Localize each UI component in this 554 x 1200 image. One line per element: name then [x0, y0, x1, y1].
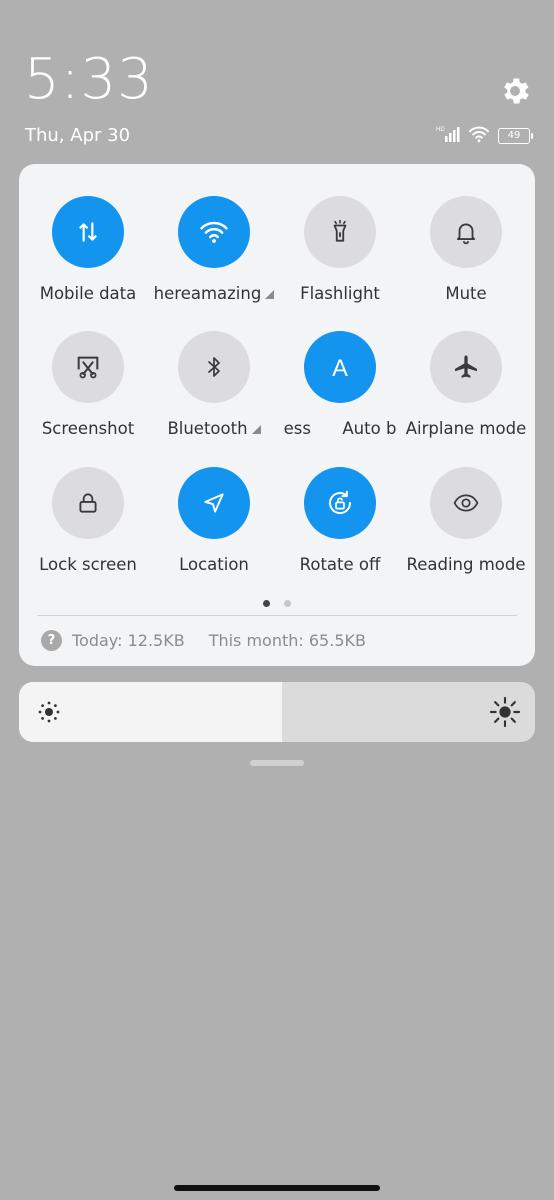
help-icon: ?	[41, 630, 62, 651]
flashlight-icon[interactable]	[304, 196, 376, 268]
tile-mobile-data[interactable]: Mobile data	[23, 196, 153, 306]
bluetooth-icon[interactable]	[178, 331, 250, 403]
signal-icon: HD	[436, 125, 460, 147]
wifi-icon[interactable]	[178, 196, 250, 268]
home-indicator[interactable]	[174, 1185, 380, 1191]
svg-text:HD: HD	[436, 127, 445, 133]
tile-label: hereamazing	[149, 284, 279, 303]
settings-gear-icon[interactable]	[498, 74, 532, 108]
clock[interactable]: 5:33	[24, 52, 154, 108]
tile-label: Mobile data	[39, 284, 137, 303]
tile-label: Rotate off	[299, 555, 381, 574]
usage-month: This month: 65.5KB	[208, 631, 366, 650]
tile-screenshot[interactable]: Screenshot	[23, 331, 153, 441]
tile-lock[interactable]: Lock screen	[23, 467, 153, 577]
divider	[37, 615, 517, 616]
brightness-low-icon	[38, 701, 60, 723]
usage-today: Today: 12.5KB	[72, 631, 185, 650]
rotate-lock-icon[interactable]	[304, 467, 376, 539]
tile-flashlight[interactable]: Flashlight	[275, 196, 405, 306]
tile-label: Mute	[445, 284, 487, 303]
eye-icon[interactable]	[430, 467, 502, 539]
tile-airplane[interactable]: Airplane mode	[401, 331, 531, 441]
screenshot-icon[interactable]	[52, 331, 124, 403]
bell-icon[interactable]	[430, 196, 502, 268]
quick-settings-panel: Mobile data hereamazing Flashlight Mute Scre…	[19, 164, 535, 666]
svg-text:A: A	[332, 355, 348, 382]
tile-label: Bluetooth	[149, 419, 279, 438]
tile-label: Screenshot	[41, 419, 135, 438]
tile-location[interactable]: Location	[149, 467, 279, 577]
page-indicator[interactable]	[19, 600, 535, 607]
airplane-icon[interactable]	[430, 331, 502, 403]
expand-arrow-icon[interactable]	[265, 290, 275, 299]
lock-icon[interactable]	[52, 467, 124, 539]
auto-brightness-icon[interactable]: A	[304, 331, 376, 403]
data-usage[interactable]: ? Today: 12.5KB This month: 65.5KB	[41, 630, 366, 651]
tile-eye[interactable]: Reading mode	[401, 467, 531, 577]
wifi-status-icon	[468, 125, 490, 147]
tile-label: Lock screen	[39, 555, 137, 574]
drag-handle[interactable]	[250, 760, 304, 766]
tile-auto-brightness[interactable]: Aess Auto b	[275, 331, 405, 441]
expand-arrow-icon[interactable]	[251, 425, 261, 434]
tile-bell[interactable]: Mute	[401, 196, 531, 306]
tile-label: Flashlight	[300, 284, 380, 303]
tile-label: Location	[179, 555, 249, 574]
date[interactable]: Thu, Apr 30	[25, 125, 130, 146]
system-icons: HD 49	[436, 125, 533, 147]
page-dot-2[interactable]	[284, 600, 291, 607]
tile-rotate-lock[interactable]: Rotate off	[275, 467, 405, 577]
brightness-high-icon	[489, 696, 521, 728]
tile-bluetooth[interactable]: Bluetooth	[149, 331, 279, 441]
tile-label: Airplane mode	[405, 419, 527, 438]
status-area: 5:33 Thu, Apr 30 HD 49	[0, 0, 554, 160]
tile-wifi[interactable]: hereamazing	[149, 196, 279, 306]
page-dot-1[interactable]	[263, 600, 270, 607]
tile-label: Reading mode	[406, 555, 526, 574]
tile-label: ess Auto b	[283, 419, 397, 438]
mobile-data-icon[interactable]	[52, 196, 124, 268]
brightness-slider[interactable]	[19, 682, 535, 742]
battery-icon: 49	[498, 128, 533, 144]
location-icon[interactable]	[178, 467, 250, 539]
